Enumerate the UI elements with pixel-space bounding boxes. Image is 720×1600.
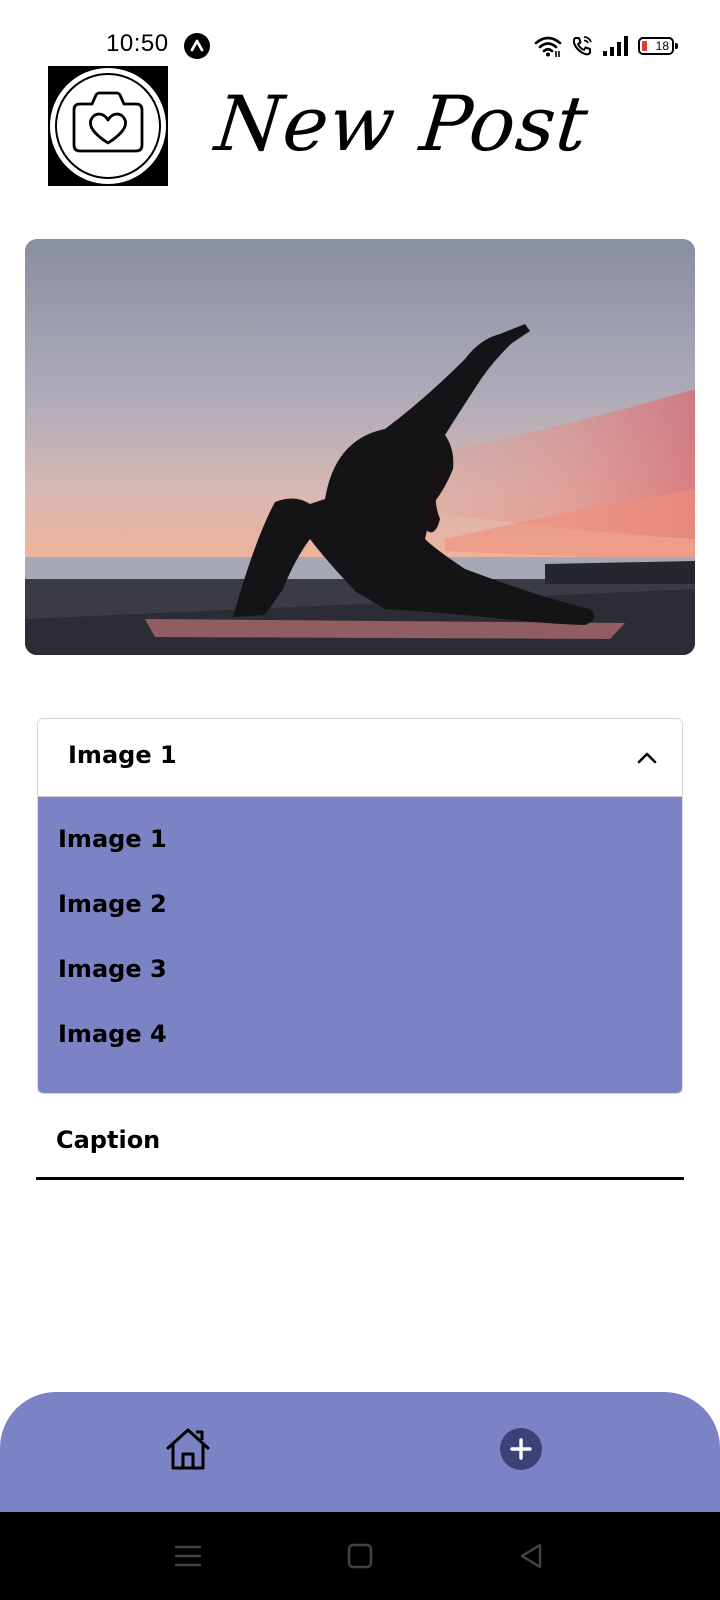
dropdown-option-image-3[interactable]: Image 3 xyxy=(58,949,167,989)
camera-heart-icon xyxy=(48,66,168,186)
dropdown-option-image-4[interactable]: Image 4 xyxy=(58,1014,167,1054)
post-image xyxy=(25,239,695,655)
dropdown-selected-value: Image 1 xyxy=(68,741,177,769)
dropdown-option-image-1[interactable]: Image 1 xyxy=(58,819,167,859)
battery-level: 18 xyxy=(655,39,669,53)
caption-input[interactable] xyxy=(56,1116,656,1164)
battery-icon: 18 xyxy=(638,37,678,55)
chevron-up-icon[interactable] xyxy=(634,745,660,771)
image-dropdown[interactable]: Image 1 Image 1 Image 2 Image 3 Image 4 xyxy=(37,718,683,1094)
notification-icon xyxy=(184,33,210,59)
caption-field xyxy=(36,1106,684,1180)
system-nav-bar xyxy=(0,1512,720,1600)
status-icons: 18 xyxy=(534,32,678,60)
bottom-nav xyxy=(0,1392,720,1512)
status-time: 10:50 xyxy=(106,30,169,57)
dropdown-option-image-2[interactable]: Image 2 xyxy=(58,884,167,924)
signal-icon xyxy=(603,36,628,56)
home-icon[interactable] xyxy=(164,1424,212,1472)
dropdown-toggle[interactable]: Image 1 xyxy=(38,719,682,797)
back-icon[interactable] xyxy=(516,1540,548,1572)
page-title: New Post xyxy=(211,79,593,168)
home-square-icon[interactable] xyxy=(344,1540,376,1572)
wifi-icon xyxy=(534,36,562,57)
plus-icon xyxy=(510,1438,532,1460)
status-bar: 10:50 18 xyxy=(0,0,720,64)
dropdown-options: Image 1 Image 2 Image 3 Image 4 xyxy=(38,797,682,1093)
add-post-button[interactable] xyxy=(500,1428,542,1470)
menu-icon[interactable] xyxy=(172,1540,204,1572)
wifi-calling-icon xyxy=(572,36,592,56)
